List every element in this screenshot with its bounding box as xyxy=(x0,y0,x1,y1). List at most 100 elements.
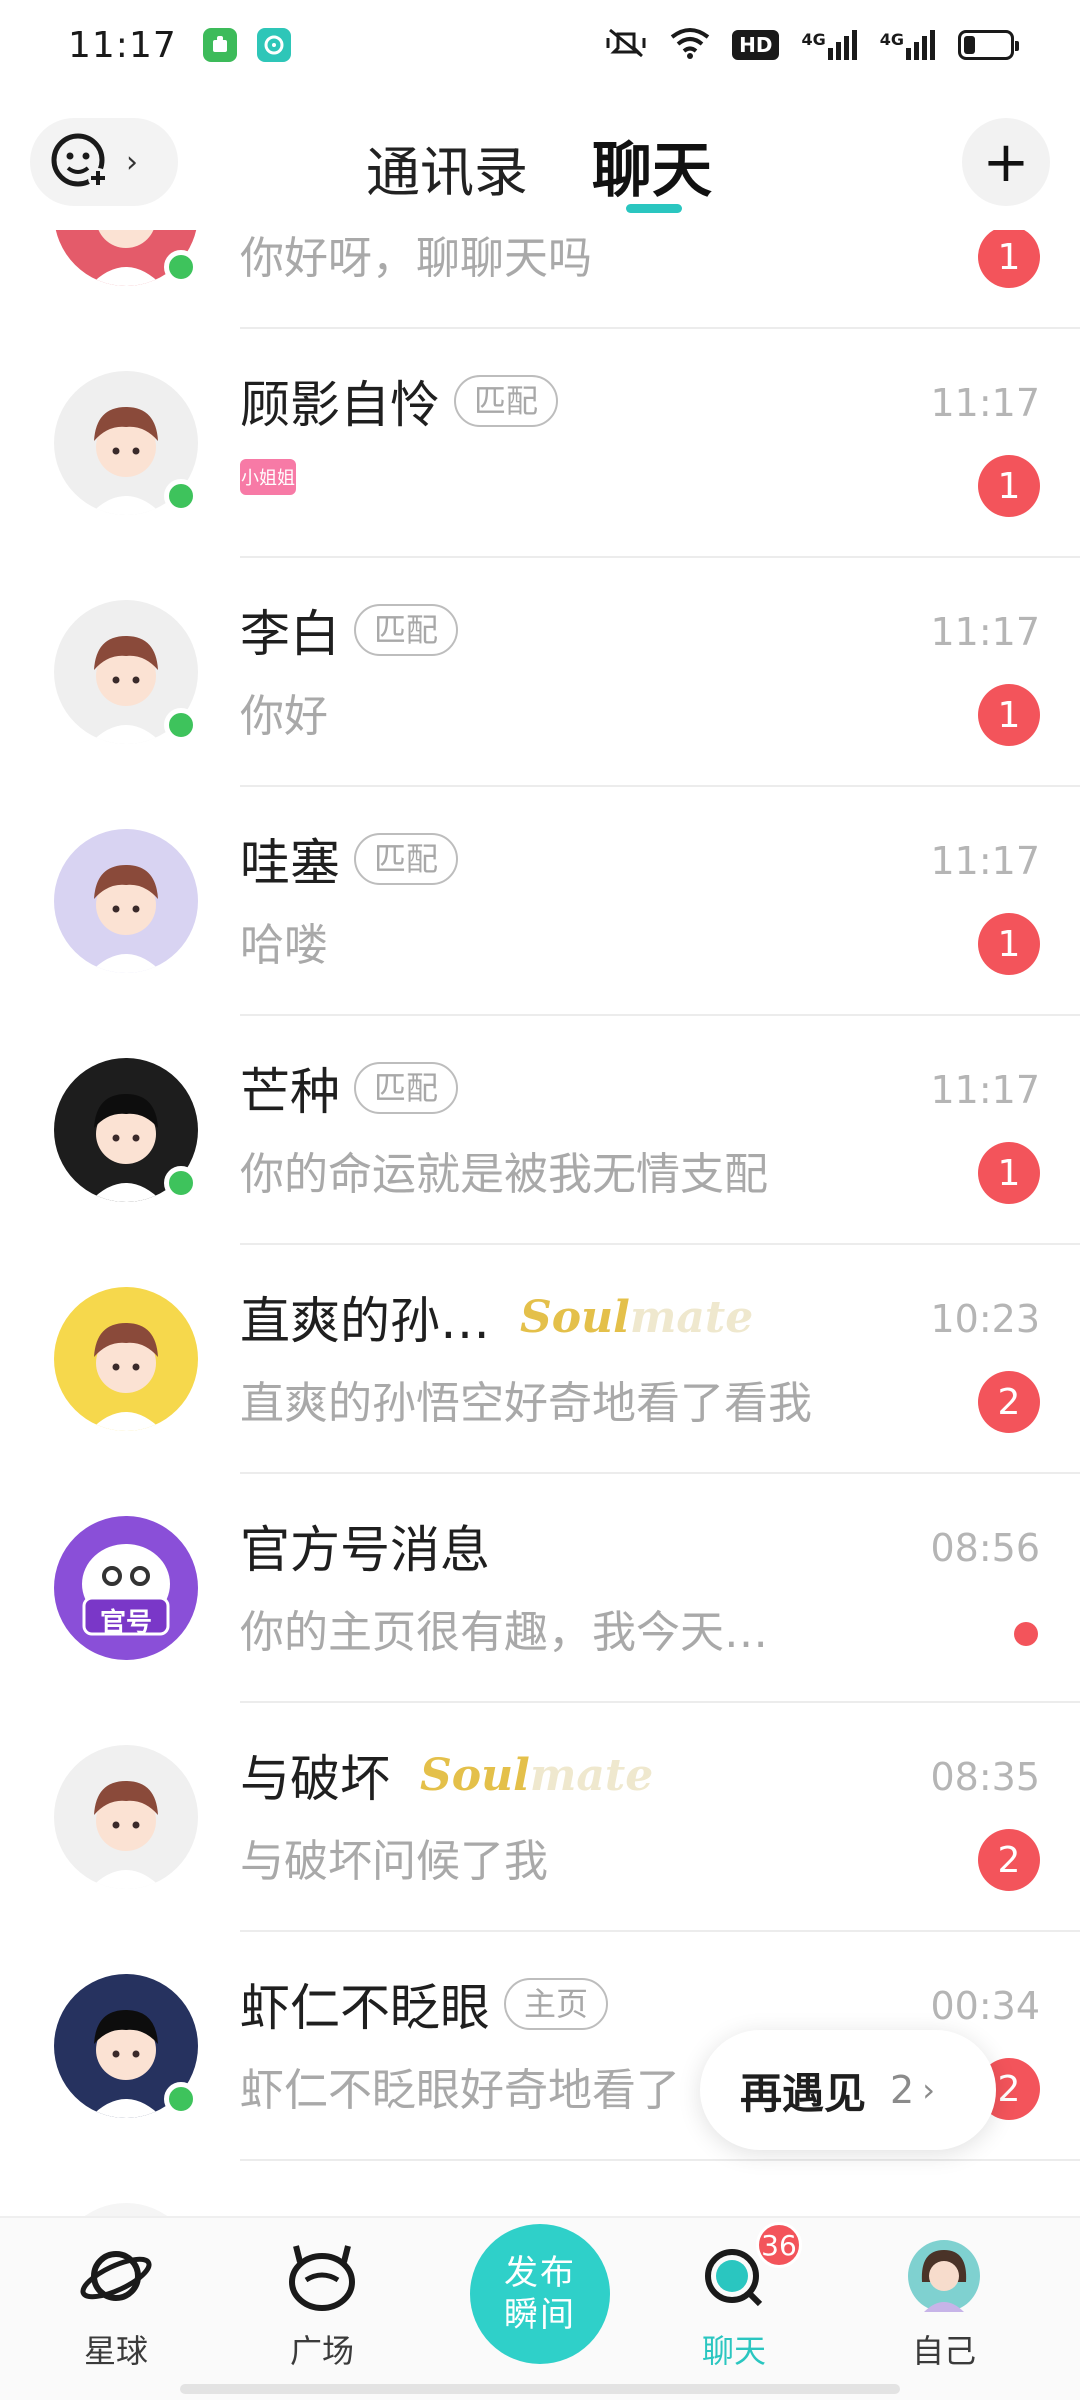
unread-badge: 1 xyxy=(978,684,1040,746)
chat-item[interactable] xyxy=(0,2161,1080,2216)
chat-name-row: 虾仁不眨眼 主页 xyxy=(240,1972,609,2037)
active-tab-indicator xyxy=(626,204,682,213)
home-indicator[interactable] xyxy=(180,2384,900,2394)
chat-time: 11:17 xyxy=(930,1068,1040,1112)
chat-name-row: 芒种 匹配 xyxy=(240,1056,459,1121)
tab-chat[interactable]: 聊天 xyxy=(592,122,712,209)
chat-item[interactable]: 李白 匹配 你好 11:17 1 xyxy=(0,558,1080,787)
app-notification-icon xyxy=(202,28,237,62)
unread-badge: 1 xyxy=(978,1142,1040,1204)
publish-label-line1: 发布 xyxy=(504,2253,576,2293)
nav-square-label: 广场 xyxy=(289,2332,354,2370)
unread-badge: 2 xyxy=(978,1829,1040,1891)
soul-notification-icon xyxy=(256,28,291,62)
soulmate-text-part2: mate xyxy=(629,1291,754,1343)
chat-name: 虾仁不眨眼 xyxy=(240,1979,490,2037)
chat-preview: 你好 xyxy=(240,691,328,742)
unread-dot xyxy=(1014,1622,1038,1646)
chat-name: 芒种 xyxy=(240,1063,340,1121)
profile-avatar xyxy=(904,2236,984,2316)
nav-me-label: 自己 xyxy=(911,2332,976,2370)
mood-status-button[interactable]: › xyxy=(30,118,178,206)
chat-name: 顾影自怜 xyxy=(240,376,440,434)
online-status-dot xyxy=(164,2082,198,2116)
chat-header: › 通讯录 聊天 + xyxy=(0,100,1080,230)
chat-name-row: 官方号消息 xyxy=(240,1514,490,1579)
chat-name-row: 哇塞 匹配 xyxy=(240,827,459,892)
avatar-label: 官号 xyxy=(99,1608,152,1638)
nav-square[interactable]: 广场 xyxy=(242,2236,402,2372)
chevron-right-icon: › xyxy=(126,144,138,180)
avatar[interactable] xyxy=(54,829,198,973)
avatar[interactable]: 官号 xyxy=(54,1516,198,1660)
chat-preview: 你好呀，聊聊天吗 xyxy=(240,233,592,284)
chat-item[interactable]: 直爽的孙… Soulmate 直爽的孙悟空好奇地看了看我 10:23 2 xyxy=(0,1245,1080,1474)
avatar[interactable] xyxy=(54,2203,198,2216)
relation-tag: 主页 xyxy=(504,1978,609,2030)
nav-planet-label: 星球 xyxy=(83,2332,148,2370)
meet-again-count: 2 xyxy=(890,2068,915,2112)
nav-planet[interactable]: 星球 xyxy=(36,2236,196,2372)
chat-name-row: 顾影自怜 匹配 xyxy=(240,369,559,434)
online-status-dot xyxy=(164,1166,198,1200)
chat-time: 11:17 xyxy=(930,610,1040,654)
chat-time: 08:35 xyxy=(930,1755,1040,1799)
chat-item[interactable]: 与破坏 Soulmate 与破坏问候了我 08:35 2 xyxy=(0,1703,1080,1932)
wifi-icon xyxy=(670,27,710,63)
nav-chat[interactable]: 36 聊天 xyxy=(654,2222,814,2372)
add-button[interactable]: + xyxy=(962,118,1050,206)
signal-4g-icon-1: 4G xyxy=(801,30,857,60)
chat-name-row: 与破坏 Soulmate xyxy=(240,1743,653,1809)
chat-item[interactable]: 顾影自怜 匹配小姐姐 11:17 1 xyxy=(0,329,1080,558)
planet-icon xyxy=(76,2236,156,2316)
chat-preview: 与破坏问候了我 xyxy=(240,1836,548,1887)
relation-tag: 匹配 xyxy=(454,375,559,427)
nav-me[interactable]: 自己 xyxy=(864,2236,1024,2372)
bottom-nav: 星球 广场 发布 瞬间 36 聊天 自己 xyxy=(0,2216,1080,2400)
chat-preview: 你的主页很有趣，我今天… xyxy=(240,1607,768,1658)
battery-icon xyxy=(958,30,1019,60)
hd-voice-indicator: HD xyxy=(732,30,780,60)
square-icon xyxy=(282,2236,362,2316)
soulmate-badge: Soulmate xyxy=(520,1292,753,1343)
chat-item[interactable]: 你好呀，聊聊天吗 1 xyxy=(0,230,1080,329)
unread-badge: 1 xyxy=(978,230,1040,288)
tab-contacts[interactable]: 通讯录 xyxy=(366,128,528,207)
signal-4g-icon-2: 4G xyxy=(880,30,936,60)
chat-name: 李白 xyxy=(240,605,340,663)
relation-tag: 匹配 xyxy=(354,833,459,885)
mute-vibrate-icon xyxy=(604,26,648,64)
soulmate-text-part1: Soul xyxy=(520,1291,630,1343)
chat-item[interactable]: 哇塞 匹配 哈喽 11:17 1 xyxy=(0,787,1080,1016)
online-status-dot xyxy=(164,708,198,742)
status-icons: HD 4G 4G xyxy=(604,26,1019,64)
chat-name: 官方号消息 xyxy=(240,1521,490,1579)
publish-label-line2: 瞬间 xyxy=(504,2295,576,2335)
avatar[interactable] xyxy=(54,1287,198,1431)
chat-item[interactable]: 芒种 匹配你的命运就是被我无情支配 11:17 1 xyxy=(0,1016,1080,1245)
unread-badge: 2 xyxy=(978,1371,1040,1433)
unread-badge: 1 xyxy=(978,455,1040,517)
online-status-dot xyxy=(164,250,198,284)
meet-again-button[interactable]: 再遇见 2 › xyxy=(700,2030,996,2150)
smiley-add-icon xyxy=(48,128,112,196)
publish-moment-button[interactable]: 发布 瞬间 xyxy=(470,2224,610,2364)
online-status-dot xyxy=(164,479,198,513)
chat-item[interactable]: 官号 官方号消息你的主页很有趣，我今天… 08:56 xyxy=(0,1474,1080,1703)
chat-list[interactable]: 你好呀，聊聊天吗 1 顾影自怜 匹配 小姐姐 11:17 1 李白 匹配 你好 11:17 1 哇塞 匹配… xyxy=(0,230,1080,2216)
chat-time: 10:23 xyxy=(930,1297,1040,1341)
sticker-message: 小姐姐 xyxy=(240,459,296,495)
chevron-right-icon: › xyxy=(922,2071,935,2109)
soulmate-text-part1: Soul xyxy=(420,1749,530,1801)
chat-preview: 你的命运就是被我无情支配 xyxy=(240,1149,768,1200)
chat-name: 直爽的孙… xyxy=(240,1292,490,1350)
chat-time: 08:56 xyxy=(930,1526,1040,1570)
chat-bubble-icon: 36 xyxy=(694,2222,802,2316)
chat-time: 11:17 xyxy=(930,381,1040,425)
relation-tag: 匹配 xyxy=(354,604,459,656)
status-time: 11:17 xyxy=(68,24,177,66)
chat-time: 00:34 xyxy=(930,1984,1040,2028)
chat-name: 与破坏 xyxy=(240,1750,390,1808)
avatar[interactable] xyxy=(54,1745,198,1889)
chat-preview: 哈喽 xyxy=(240,920,328,971)
